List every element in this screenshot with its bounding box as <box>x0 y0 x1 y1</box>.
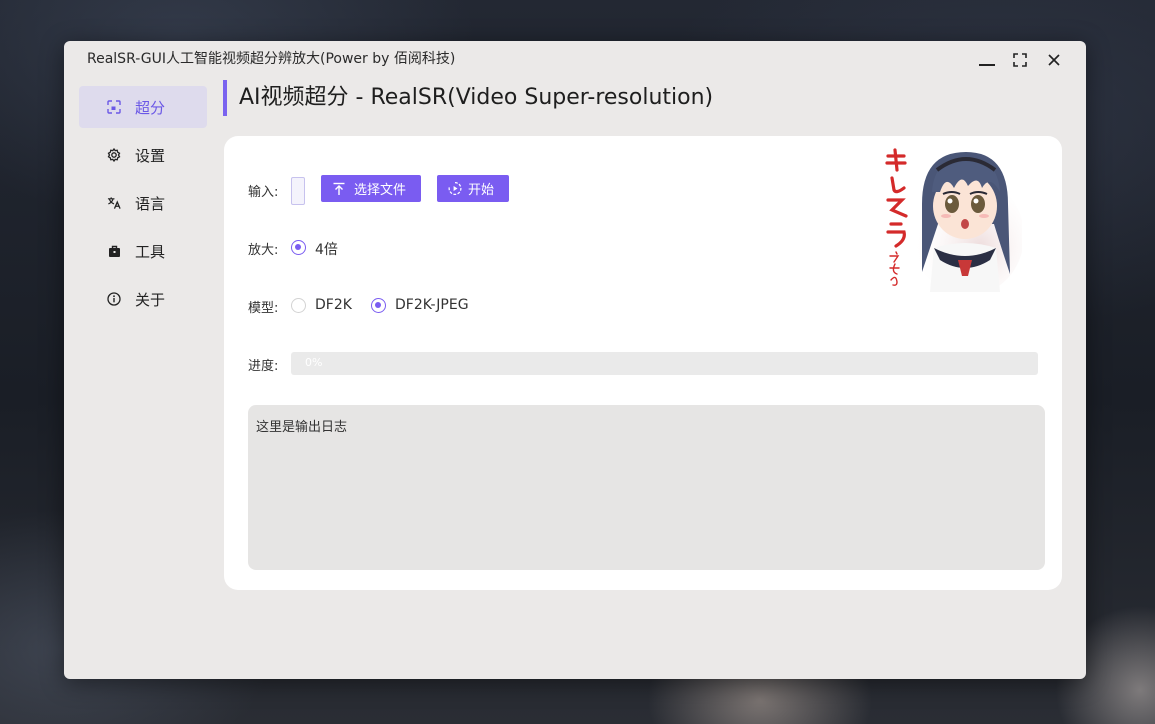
model-label: 模型: <box>248 301 279 316</box>
sidebar-item-about[interactable]: 关于 <box>79 278 207 320</box>
app-window: RealSR-GUI人工智能视频超分辨放大(Power by 佰阅科技) 超分 … <box>64 41 1086 679</box>
sidebar-item-label: 超分 <box>135 98 166 117</box>
page-title: AI视频超分 - RealSR(Video Super-resolution) <box>223 80 713 116</box>
log-text: 这里是输出日志 <box>256 420 348 435</box>
sidebar-item-label: 设置 <box>135 146 166 165</box>
main-card: 输入: 选择文件 开始 放大: 4倍 模型: DF2K DF2K-JPEG 进度… <box>224 136 1062 590</box>
sidebar-item-language[interactable]: 语言 <box>79 182 207 224</box>
sidebar-item-settings[interactable]: 设置 <box>79 134 207 176</box>
title-bar[interactable]: RealSR-GUI人工智能视频超分辨放大(Power by 佰阅科技) <box>64 41 1086 75</box>
sidebar: 超分 设置 语言 工具 关于 <box>79 86 207 326</box>
model-radio-df2k[interactable] <box>291 298 306 313</box>
sidebar-item-label: 工具 <box>135 242 166 261</box>
super-resolution-icon <box>107 100 121 114</box>
sidebar-item-label: 语言 <box>135 194 166 213</box>
scale-radio-4x[interactable] <box>291 240 306 255</box>
output-log[interactable]: 这里是输出日志 <box>248 405 1045 570</box>
input-label: 输入: <box>248 185 279 200</box>
sidebar-item-super-resolution[interactable]: 超分 <box>79 86 207 128</box>
select-file-label: 选择文件 <box>354 183 407 198</box>
close-icon <box>1048 54 1060 66</box>
model-radio-df2k-jpeg[interactable] <box>371 298 386 313</box>
sidebar-item-label: 关于 <box>135 290 166 309</box>
model-option-label: DF2K-JPEG <box>395 297 469 313</box>
info-icon <box>107 292 121 306</box>
gear-icon <box>107 148 121 162</box>
select-file-button[interactable]: 选择文件 <box>321 175 421 202</box>
progress-label: 进度: <box>248 359 279 374</box>
maximize-button[interactable] <box>1007 49 1033 71</box>
input-file-field[interactable] <box>291 177 305 205</box>
start-label: 开始 <box>468 183 495 198</box>
anime-mascot-image <box>885 148 1022 292</box>
scale-label: 放大: <box>248 243 279 258</box>
scale-option-label: 4倍 <box>315 242 338 258</box>
minimize-icon <box>979 64 995 66</box>
progress-bar: 0% <box>291 352 1038 375</box>
start-button[interactable]: 开始 <box>437 175 509 202</box>
maximize-icon <box>1013 53 1027 67</box>
sidebar-item-tools[interactable]: 工具 <box>79 230 207 272</box>
close-button[interactable] <box>1041 49 1067 71</box>
progress-text: 0% <box>305 356 323 369</box>
window-title: RealSR-GUI人工智能视频超分辨放大(Power by 佰阅科技) <box>87 51 456 67</box>
model-option-label: DF2K <box>315 297 352 313</box>
play-circle-icon <box>448 182 462 196</box>
toolbox-icon <box>107 244 121 258</box>
upload-icon <box>332 182 346 196</box>
minimize-button[interactable] <box>974 49 1000 71</box>
translate-icon <box>107 196 121 210</box>
